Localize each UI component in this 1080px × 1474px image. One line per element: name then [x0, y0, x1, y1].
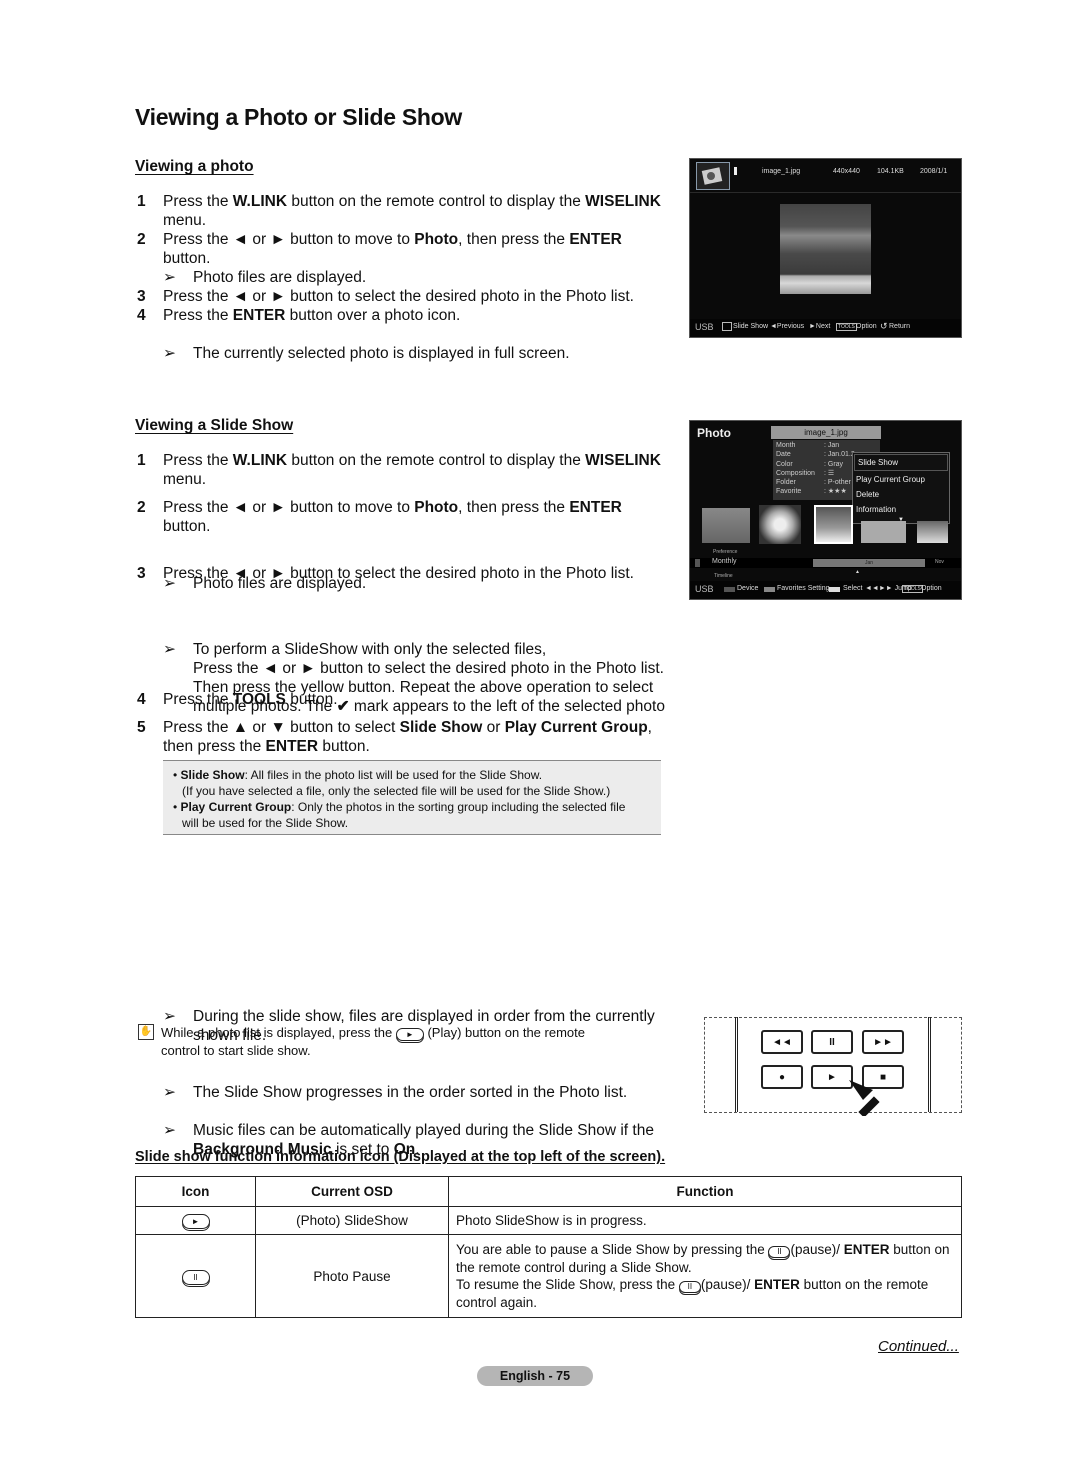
detail-value: : Jan	[824, 442, 840, 449]
footer-select[interactable]: Select	[843, 585, 862, 592]
slideshow-step-4: 4 Press the TOOLS button.	[137, 691, 338, 708]
slideshow-icon	[722, 322, 732, 331]
photo-view-footer: USB Slide Show ◄Previous ►Next TOOLS Opt…	[690, 319, 961, 337]
section-heading-viewing-photo: Viewing a photo	[135, 158, 254, 175]
slideshow-icon-table: Icon Current OSD Function ► (Photo) Slid…	[135, 1176, 962, 1318]
detail-key: Folder	[776, 479, 796, 487]
detail-key: Color	[776, 460, 793, 468]
green-button-icon	[764, 587, 775, 592]
thumbnail-5[interactable]	[917, 521, 948, 543]
thumbnail-flower[interactable]	[759, 505, 801, 544]
red-button-icon	[724, 587, 735, 592]
column-header-function: Function	[448, 1176, 962, 1207]
photo-step-2: 2 Press the ◄ or ► button to move to Pho…	[137, 231, 622, 267]
remote-rewind-button: ◄◄	[761, 1030, 803, 1054]
thumbnail-selected-beach[interactable]	[814, 505, 853, 544]
photo-step-2-note: ➢ Photo files are displayed.	[163, 269, 367, 286]
detail-key: Composition	[776, 469, 815, 477]
pause-icon: II	[181, 1269, 210, 1285]
page-title: Viewing a Photo or Slide Show	[135, 104, 462, 130]
timeline-label: Timeline	[714, 573, 733, 579]
detail-value: : Gray	[824, 460, 844, 468]
tip-icon: ✋	[138, 1024, 154, 1040]
tools-icon: TOOLS	[902, 585, 923, 593]
photo-list-footer: USB Device Favorites Setting Select ◄◄►►…	[690, 581, 961, 599]
footer-favorites-setting[interactable]: Favorites Setting	[777, 585, 830, 592]
detail-key: Favorite	[776, 488, 802, 496]
remote-pause-button: II	[811, 1030, 853, 1054]
detail-row: Month : Jan	[776, 441, 877, 450]
footer-next[interactable]: ►Next	[809, 323, 830, 330]
detail-value: : Jan.01.2	[824, 451, 855, 459]
play-icon: ►	[181, 1214, 210, 1229]
remote-fastforward-button: ►►	[862, 1030, 904, 1054]
tv-screen-photo-list: Photo image_1.jpg Month : Jan Date : Jan.01…	[689, 420, 962, 600]
slideshow-step-2: 2 Press the ◄ or ► button to move to Pho…	[137, 499, 622, 535]
timeline-pointer-icon: ▲	[855, 569, 860, 575]
footer-device[interactable]: Device	[737, 585, 758, 592]
detail-value: : ☰	[824, 469, 835, 477]
slideshow-info-box: • Slide Show: All files in the photo lis…	[163, 760, 661, 835]
monthly-label[interactable]: Monthly	[712, 558, 737, 565]
footer-previous[interactable]: ◄Previous	[770, 323, 804, 330]
thumbnail-sheep[interactable]	[702, 508, 750, 543]
timeline-bar: Monthly Jan Nov	[690, 558, 961, 568]
photo-filename: image_1.jpg	[762, 168, 801, 175]
footer-return[interactable]: Return	[889, 323, 910, 330]
pause-indicator-icon	[734, 167, 737, 175]
slideshow-note-2: ➢ The Slide Show progresses in the order …	[163, 1084, 628, 1101]
photo-filesize: 104.1KB	[877, 168, 904, 175]
selected-filename: image_1.jpg	[771, 426, 881, 439]
tip-text: While a photo list is displayed, press t…	[161, 1025, 585, 1058]
photo-date: 2008/1/1	[920, 168, 948, 175]
return-icon: ↺	[880, 321, 888, 331]
detail-key: Month	[776, 442, 796, 449]
slideshow-step-1: 1 Press the W.LINK button on the remote …	[137, 452, 661, 488]
remote-illustration: ◄◄ II ►► ● ► ■	[704, 1017, 962, 1116]
photo-step-4-note: ➢ The currently selected photo is display…	[163, 345, 570, 362]
photo-step-1: 1 Press the W.LINK button on the remote …	[137, 193, 661, 229]
detail-value: : ★★★	[824, 488, 847, 496]
play-button-icon: ►	[395, 1028, 424, 1041]
column-header-osd: Current OSD	[255, 1176, 449, 1207]
preference-label: Preference	[713, 549, 738, 555]
column-header-icon: Icon	[135, 1176, 256, 1207]
continued-label: Continued...	[878, 1338, 959, 1355]
detail-value: : P-other	[824, 479, 851, 487]
tools-menu: Slide Show Play Current Group Delete Inf…	[852, 452, 950, 524]
menu-item-play-current-group[interactable]: Play Current Group	[853, 472, 949, 487]
menu-item-delete[interactable]: Delete	[853, 487, 949, 502]
photo-resolution: 440x440	[833, 168, 860, 175]
table-row: ► (Photo) SlideShow Photo SlideShow is i…	[135, 1206, 962, 1235]
table-row: II Photo Pause You are able to pause a S…	[135, 1234, 962, 1318]
footer-option[interactable]: Option	[856, 323, 877, 330]
table-heading: Slide show function information icon (Di…	[135, 1149, 666, 1165]
pause-button-icon: II	[678, 1281, 701, 1293]
detail-key: Date	[776, 451, 791, 459]
photo-list-header: Photo	[697, 426, 731, 440]
yellow-button-icon	[829, 587, 840, 592]
menu-item-slideshow[interactable]: Slide Show	[854, 454, 948, 471]
menu-item-information[interactable]: Information	[853, 502, 949, 517]
photo-step-4: 4 Press the ENTER button over a photo ic…	[137, 307, 461, 324]
remote-record-button: ●	[761, 1065, 803, 1089]
pause-button-icon: II	[768, 1246, 791, 1258]
slideshow-step-5: 5 Press the ▲ or ▼ button to select Slid…	[137, 719, 652, 755]
slideshow-info-icon	[696, 162, 730, 190]
timeline-range[interactable]: Jan	[813, 559, 925, 567]
photo-step-3: 3 Press the ◄ or ► button to select the …	[137, 288, 634, 305]
tools-icon: TOOLS	[836, 323, 857, 331]
section-heading-viewing-slideshow: Viewing a Slide Show	[135, 417, 294, 434]
photo-image	[780, 204, 871, 294]
thumbnail-4[interactable]	[861, 521, 906, 543]
slideshow-step-3: 3 Press the ◄ or ► button to select the …	[137, 565, 634, 582]
page-number-badge: English - 75	[477, 1366, 593, 1386]
tv-screen-photo-view: image_1.jpg 440x440 104.1KB 2008/1/1 USB…	[689, 158, 962, 338]
footer-option[interactable]: Option	[921, 585, 942, 592]
pointer-arrow-icon	[849, 1080, 880, 1116]
footer-slideshow[interactable]: Slide Show	[733, 323, 768, 330]
